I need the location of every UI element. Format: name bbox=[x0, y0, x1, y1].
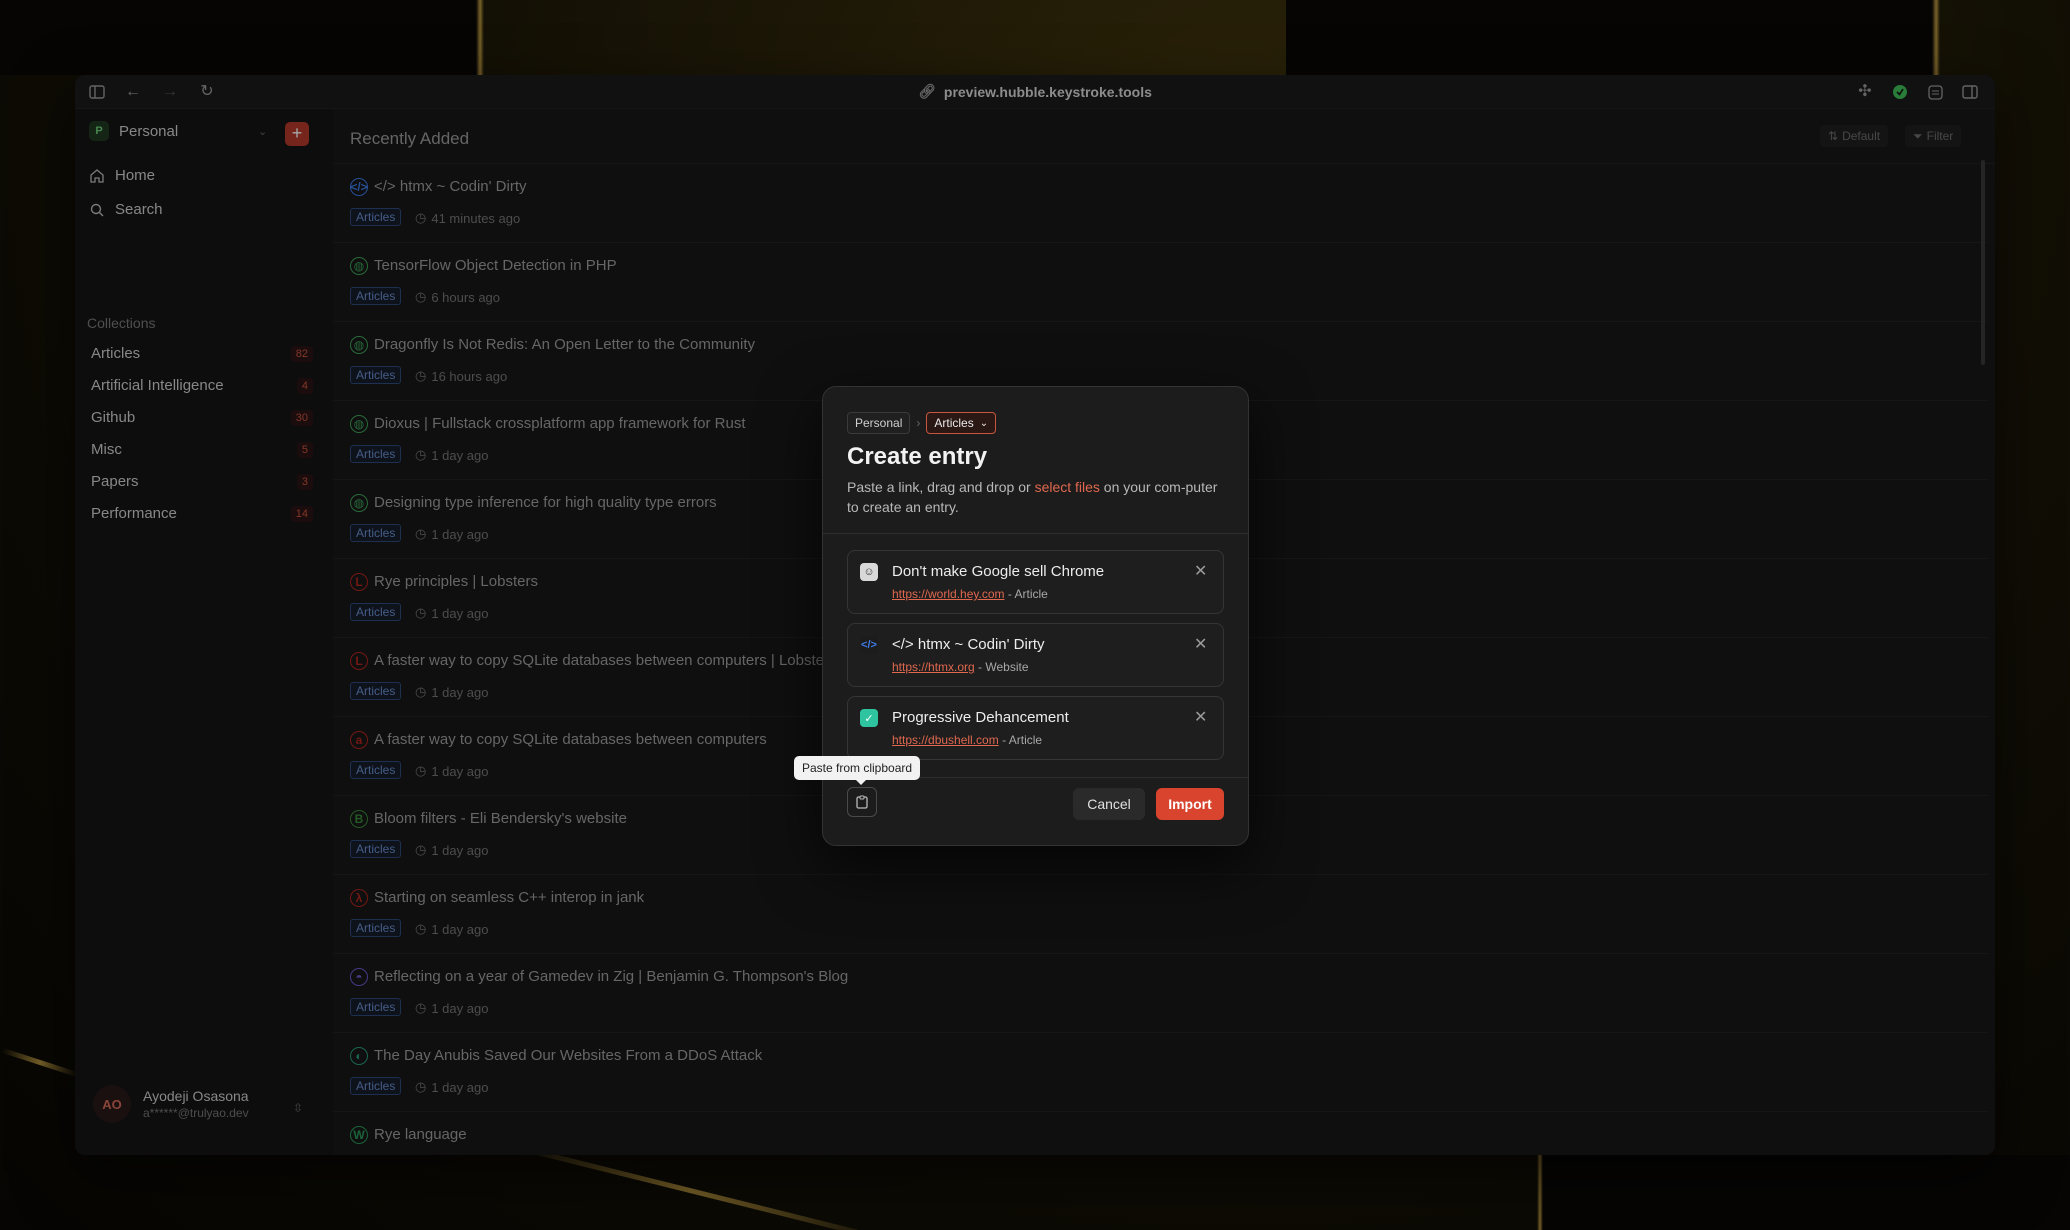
import-button[interactable]: Import bbox=[1156, 788, 1224, 820]
close-icon[interactable]: ✕ bbox=[1194, 634, 1207, 654]
close-icon[interactable]: ✕ bbox=[1194, 561, 1207, 581]
hey-icon: ☺ bbox=[860, 563, 878, 581]
entry-kind: - Article bbox=[998, 733, 1043, 747]
description-text: Paste a link, drag and drop or bbox=[847, 479, 1035, 495]
entry-kind: - Website bbox=[974, 660, 1029, 674]
entry-card: </> </> htmx ~ Codin' Dirty https://htmx… bbox=[847, 623, 1224, 687]
entry-title: Don't make Google sell Chrome bbox=[892, 563, 1105, 580]
select-files-link[interactable]: select files bbox=[1035, 479, 1100, 495]
chevron-down-icon: ⌄ bbox=[979, 417, 989, 429]
cancel-button[interactable]: Cancel bbox=[1073, 788, 1145, 820]
entry-kind: - Article bbox=[1004, 587, 1048, 601]
entry-card: ✓ Progressive Dehancement https://dbushe… bbox=[847, 696, 1224, 760]
breadcrumb-workspace[interactable]: Personal bbox=[847, 412, 911, 434]
dialog-title: Create entry bbox=[847, 443, 988, 470]
entry-meta: https://dbushell.com - Article bbox=[892, 733, 1042, 747]
paste-from-clipboard-button[interactable] bbox=[847, 787, 877, 817]
wallpaper-shadow bbox=[0, 0, 480, 75]
dbushell-icon: ✓ bbox=[860, 709, 878, 727]
code-icon: </> bbox=[860, 636, 878, 654]
wallpaper-light-streak bbox=[476, 0, 484, 75]
entry-url[interactable]: https://dbushell.com bbox=[892, 733, 999, 747]
entry-meta: https://world.hey.com - Article bbox=[892, 587, 1048, 601]
wallpaper-light-streak bbox=[1537, 1155, 1543, 1230]
collection-select[interactable]: Articles ⌄ bbox=[926, 412, 997, 434]
divider bbox=[823, 533, 1248, 534]
wallpaper-shadow bbox=[1540, 1155, 2070, 1230]
entry-meta: https://htmx.org - Website bbox=[892, 660, 1029, 674]
close-icon[interactable]: ✕ bbox=[1194, 707, 1207, 727]
entry-url[interactable]: https://world.hey.com bbox=[892, 587, 1005, 601]
entry-title: </> htmx ~ Codin' Dirty bbox=[892, 636, 1045, 653]
clipboard-icon bbox=[856, 795, 868, 809]
wallpaper-light-streak bbox=[1932, 0, 1940, 75]
tooltip: Paste from clipboard bbox=[794, 756, 921, 785]
entry-title: Progressive Dehancement bbox=[892, 709, 1069, 726]
entry-card: ☺ Don't make Google sell Chrome https://… bbox=[847, 550, 1224, 614]
breadcrumb: Personal › Articles ⌄ bbox=[847, 412, 997, 434]
dialog-description: Paste a link, drag and drop or select fi… bbox=[847, 477, 1227, 517]
entry-url[interactable]: https://htmx.org bbox=[892, 660, 975, 674]
wallpaper-light-streak bbox=[1, 1047, 79, 1078]
collection-select-label: Articles bbox=[934, 416, 974, 430]
wallpaper-shadow bbox=[1286, 0, 1936, 75]
chevron-right-icon: › bbox=[916, 416, 921, 430]
